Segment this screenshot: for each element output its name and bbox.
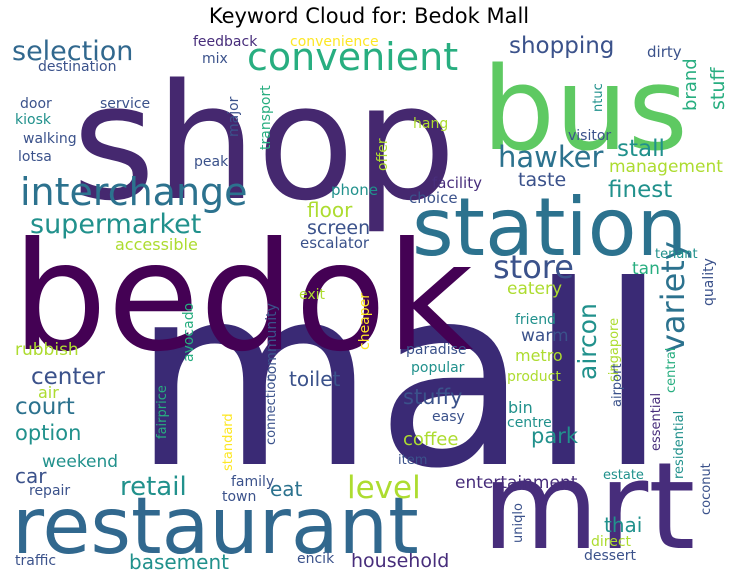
word-rubbish: rubbish <box>15 340 79 360</box>
word-thai: thai <box>604 513 643 537</box>
word-standard: standard <box>221 413 236 471</box>
chart-title: Keyword Cloud for: Bedok Mall <box>208 4 530 28</box>
word-essential: essential <box>649 393 664 452</box>
word-hang: hang <box>413 116 449 132</box>
word-airport: airport <box>610 363 625 407</box>
word-hawker: hawker <box>498 140 604 174</box>
word-metro: metro <box>515 346 563 365</box>
word-peak: peak <box>194 154 229 170</box>
word-tenant: tenant <box>655 247 698 262</box>
word-coconut: coconut <box>699 463 714 515</box>
word-bin: bin <box>508 398 533 417</box>
word-product: product <box>507 369 561 385</box>
word-offer: offer <box>375 138 391 171</box>
word-fairprice: fairprice <box>155 385 170 439</box>
word-visitor: visitor <box>568 128 612 144</box>
word-option: option <box>15 421 82 445</box>
word-destination: destination <box>38 59 117 75</box>
word-door: door <box>20 96 52 112</box>
word-bedok: bedok <box>12 211 474 385</box>
word-major: major <box>226 97 242 138</box>
word-exit: exit <box>299 287 326 303</box>
word-centre: centre <box>507 415 552 431</box>
word-residential: residential <box>672 411 687 480</box>
word-central: central <box>664 348 679 394</box>
word-escalator: escalator <box>300 234 370 252</box>
word-popular: popular <box>411 360 465 376</box>
word-convenience: convenience <box>290 34 379 50</box>
word-interchange: interchange <box>20 170 248 214</box>
word-walking: walking <box>23 131 77 147</box>
word-supermarket: supermarket <box>30 209 202 240</box>
word-management: management <box>609 157 723 177</box>
word-eat: eat <box>270 477 303 501</box>
word-direct: direct <box>591 534 632 550</box>
word-family: family <box>231 474 275 490</box>
word-stuffy: stuffy <box>403 385 463 409</box>
word-friend: friend <box>515 312 556 328</box>
word-encik: encik <box>297 551 335 567</box>
word-dessert: dessert <box>584 548 636 564</box>
word-air: air <box>38 383 59 402</box>
word-aircon: aircon <box>573 303 602 380</box>
word-coffee: coffee <box>403 429 459 450</box>
word-stuff: stuff <box>707 68 728 111</box>
word-dirty: dirty <box>647 43 682 61</box>
word-cheaper: cheaper <box>357 293 373 351</box>
word-brand: brand <box>680 58 701 111</box>
word-ntuc: ntuc <box>591 83 606 112</box>
word-eatery: eatery <box>507 279 563 299</box>
word-quality: quality <box>701 258 717 306</box>
word-accessible: accessible <box>115 235 198 254</box>
word-town: town <box>222 489 257 505</box>
word-avocado: avocado <box>181 303 197 363</box>
word-basement: basement <box>129 550 229 574</box>
word-retail: retail <box>120 472 187 502</box>
word-taste: taste <box>518 169 567 191</box>
word-connection: connection <box>264 373 279 445</box>
word-item: item <box>398 453 428 468</box>
word-community: community <box>264 303 280 382</box>
word-easy: easy <box>432 409 465 425</box>
word-toilet: toilet <box>289 367 341 391</box>
word-warm: warm <box>521 326 569 346</box>
word-feedback: feedback <box>193 34 258 50</box>
word-phone: phone <box>331 181 378 199</box>
word-uniqlo: uniqlo <box>511 503 526 543</box>
word-tan: tan <box>632 259 660 279</box>
word-entertainment: entertainment <box>455 473 578 493</box>
word-cloud: mall shop bedok bus station mrt restaurant inte… <box>12 33 728 579</box>
word-level: level <box>347 470 421 506</box>
word-lotsa: lotsa <box>18 149 52 165</box>
word-weekend: weekend <box>42 452 119 472</box>
word-choice: choice <box>409 189 458 207</box>
word-estate: estate <box>603 468 644 483</box>
word-traffic: traffic <box>15 553 57 569</box>
word-finest: finest <box>608 177 673 203</box>
word-service: service <box>100 96 151 112</box>
word-mix: mix <box>202 51 228 67</box>
word-kiosk: kiosk <box>15 112 51 128</box>
word-household: household <box>351 550 450 572</box>
word-shopping: shopping <box>509 33 615 59</box>
word-repair: repair <box>29 483 71 499</box>
word-paradise: paradise <box>406 342 467 358</box>
word-transport: transport <box>258 85 274 150</box>
